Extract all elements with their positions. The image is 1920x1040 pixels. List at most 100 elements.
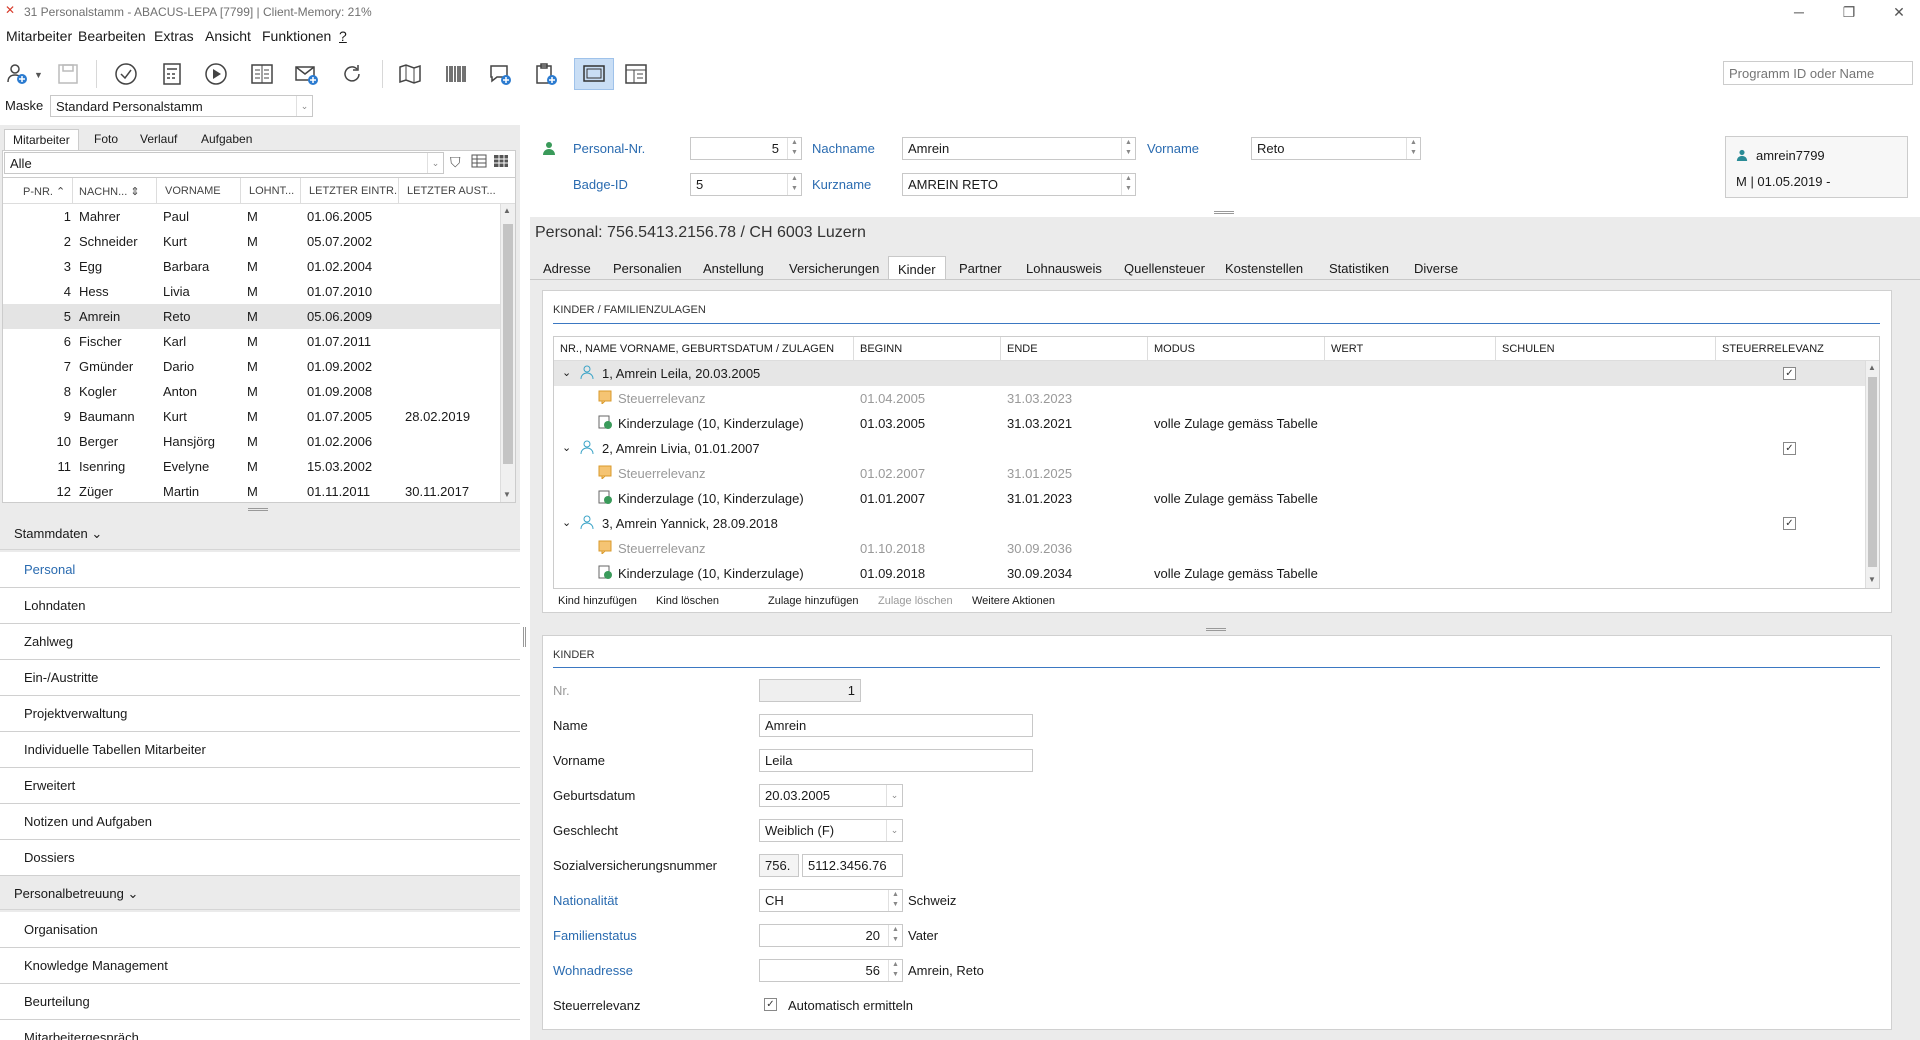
tab-quellensteuer[interactable]: Quellensteuer <box>1115 256 1214 280</box>
add-user-icon[interactable] <box>2 58 34 90</box>
sidebar-item-dossiers[interactable]: Dossiers <box>0 840 520 876</box>
spinner-icon[interactable]: ▲ ▼ <box>787 174 801 195</box>
barcode-icon[interactable] <box>440 58 472 90</box>
col-name[interactable]: NR., NAME VORNAME, GEBURTSDATUM / ZULAGE… <box>554 337 854 361</box>
menu-bearbeiten[interactable]: Bearbeiten <box>78 28 146 44</box>
name-field[interactable]: Amrein <box>759 714 1033 737</box>
sidebar-item-zahlweg[interactable]: Zahlweg <box>0 624 520 660</box>
chat-add-icon[interactable] <box>484 58 516 90</box>
spinner-icon[interactable]: ▲ ▼ <box>888 925 902 946</box>
zulage-row[interactable]: Kinderzulage (10, Kinderzulage) 01.03.200… <box>554 411 1874 436</box>
nationalitaet-field[interactable]: CH ▲ ▼ <box>759 889 903 912</box>
geschlecht-select[interactable]: Weiblich (F) ⌄ <box>759 819 903 842</box>
sidebar-item-personal[interactable]: Personal <box>0 552 520 588</box>
weitere-aktionen-button[interactable]: Weitere Aktionen <box>972 595 1055 607</box>
chevron-down-icon[interactable]: ⌄ <box>296 96 312 116</box>
table-row[interactable]: 11 Isenring Evelyne M 15.03.2002 <box>3 454 503 479</box>
sidebar-item-beurteilung[interactable]: Beurteilung <box>0 984 520 1020</box>
badge-id-label[interactable]: Badge-ID <box>573 177 628 192</box>
tab-statistiken[interactable]: Statistiken <box>1320 256 1398 280</box>
zulage-loeschen-button[interactable]: Zulage löschen <box>878 595 953 607</box>
columns-icon[interactable] <box>471 153 487 169</box>
col-wert[interactable]: WERT <box>1325 337 1496 361</box>
save-icon[interactable] <box>52 58 84 90</box>
vorname-form-field[interactable]: Leila <box>759 749 1033 772</box>
chevron-down-icon[interactable]: ⌄ <box>886 785 902 806</box>
tab-partner[interactable]: Partner <box>950 256 1011 280</box>
kinder-scrollbar[interactable]: ▲ ▼ <box>1865 361 1879 588</box>
nav-group-stammdaten[interactable]: Stammdaten ⌄ <box>0 516 520 550</box>
auto-ermitteln-checkbox[interactable]: ✓ <box>764 998 777 1011</box>
kurzname-field[interactable]: AMREIN RETO ▲ ▼ <box>902 173 1136 196</box>
zulage-row[interactable]: Steuerrelevanz 01.04.2005 31.03.2023 <box>554 386 1874 411</box>
filter-select[interactable]: Alle ⌄ <box>4 152 444 174</box>
nav-group-personalbetreuung[interactable]: Personalbetreuung ⌄ <box>0 876 520 910</box>
vorname-field[interactable]: Reto ▲ ▼ <box>1251 137 1421 160</box>
nachname-field[interactable]: Amrein ▲ ▼ <box>902 137 1136 160</box>
sidebar-item-knowledge-management[interactable]: Knowledge Management <box>0 948 520 984</box>
grid-icon[interactable] <box>493 153 509 169</box>
tab-aufgaben[interactable]: Aufgaben <box>193 129 260 150</box>
close-button[interactable]: ✕ <box>1884 2 1914 22</box>
table-row[interactable]: 2 Schneider Kurt M 05.07.2002 <box>3 229 503 254</box>
spinner-icon[interactable]: ▲ ▼ <box>1121 174 1135 195</box>
window-icon[interactable] <box>574 58 614 90</box>
steuerrelevanz-checkbox[interactable]: ✓ <box>1783 367 1796 380</box>
sidebar-item-notizen-und-aufgaben[interactable]: Notizen und Aufgaben <box>0 804 520 840</box>
zulage-row[interactable]: Steuerrelevanz 01.02.2007 31.01.2025 <box>554 461 1874 486</box>
child-row[interactable]: ⌄ 2, Amrein Livia, 01.01.2007 ✓ <box>554 436 1874 461</box>
tab-anstellung[interactable]: Anstellung <box>694 256 773 280</box>
user-card[interactable]: amrein7799 M | 01.05.2019 - <box>1725 136 1908 198</box>
zulage-row[interactable]: Steuerrelevanz 01.10.2018 30.09.2036 <box>554 536 1874 561</box>
kind-hinzufuegen-button[interactable]: Kind hinzufügen <box>558 595 637 607</box>
col-pnr[interactable]: P-NR. ⌃ <box>3 178 73 204</box>
tab-lohnausweis[interactable]: Lohnausweis <box>1017 256 1111 280</box>
steuerrelevanz-checkbox[interactable]: ✓ <box>1783 442 1796 455</box>
chevron-down-icon[interactable]: ⌄ <box>562 441 571 454</box>
badge-id-field[interactable]: 5 ▲ ▼ <box>690 173 802 196</box>
tab-verlauf[interactable]: Verlauf <box>132 129 185 150</box>
wohnadresse-label[interactable]: Wohnadresse <box>553 963 633 978</box>
vertical-splitter[interactable] <box>523 627 526 647</box>
menu-extras[interactable]: Extras <box>154 28 194 44</box>
kurzname-label[interactable]: Kurzname <box>812 177 871 192</box>
layout-icon[interactable] <box>620 58 652 90</box>
geburtsdatum-field[interactable]: 20.03.2005 ⌄ <box>759 784 903 807</box>
mail-icon[interactable] <box>290 58 322 90</box>
zulage-row[interactable]: Kinderzulage (10, Kinderzulage) 01.01.200… <box>554 486 1874 511</box>
tab-mitarbeiter[interactable]: Mitarbeiter <box>4 129 79 150</box>
menu-mitarbeiter[interactable]: Mitarbeiter <box>6 28 72 44</box>
familienstatus-field[interactable]: 20 ▲ ▼ <box>759 924 903 947</box>
scroll-down-icon[interactable]: ▼ <box>1868 575 1876 584</box>
col-modus[interactable]: MODUS <box>1148 337 1325 361</box>
ahv-number-field[interactable]: 5112.3456.76 <box>802 854 903 877</box>
sidebar-item-erweitert[interactable]: Erweitert <box>0 768 520 804</box>
spinner-icon[interactable]: ▲ ▼ <box>787 138 801 159</box>
col-steuerrelevanz[interactable]: STEUERRELEVANZ <box>1716 337 1864 361</box>
chevron-down-icon[interactable]: ⌄ <box>562 366 571 379</box>
check-circle-icon[interactable] <box>110 58 142 90</box>
zulage-hinzufuegen-button[interactable]: Zulage hinzufügen <box>768 595 859 607</box>
tab-kinder[interactable]: Kinder <box>888 256 946 280</box>
scroll-down-icon[interactable]: ▼ <box>503 490 511 499</box>
child-row[interactable]: ⌄ 1, Amrein Leila, 20.03.2005 ✓ <box>554 361 1874 386</box>
col-eintritt[interactable]: LETZTER EINTR... <box>301 178 399 204</box>
table-row[interactable]: 10 Berger Hansjörg M 01.02.2006 <box>3 429 503 454</box>
spinner-icon[interactable]: ▲ ▼ <box>1406 138 1420 159</box>
spinner-icon[interactable]: ▲ ▼ <box>1121 138 1135 159</box>
steuerrelevanz-checkbox[interactable]: ✓ <box>1783 517 1796 530</box>
col-vorname[interactable]: VORNAME <box>157 178 241 204</box>
play-icon[interactable] <box>200 58 232 90</box>
spinner-icon[interactable]: ▲ ▼ <box>888 890 902 911</box>
scroll-thumb[interactable] <box>1868 377 1877 567</box>
nachname-label[interactable]: Nachname <box>812 141 875 156</box>
menu-funktionen[interactable]: Funktionen <box>262 28 331 44</box>
scroll-up-icon[interactable]: ▲ <box>1868 363 1876 372</box>
splitter-handle[interactable] <box>1214 211 1234 214</box>
filter-icon[interactable]: ⛉ <box>450 154 461 171</box>
tab-adresse[interactable]: Adresse <box>534 256 600 280</box>
wohnadresse-field[interactable]: 56 ▲ ▼ <box>759 959 903 982</box>
calculator-icon[interactable] <box>156 58 188 90</box>
table-row[interactable]: 3 Egg Barbara M 01.02.2004 <box>3 254 503 279</box>
menu-ansicht[interactable]: Ansicht <box>205 28 251 44</box>
